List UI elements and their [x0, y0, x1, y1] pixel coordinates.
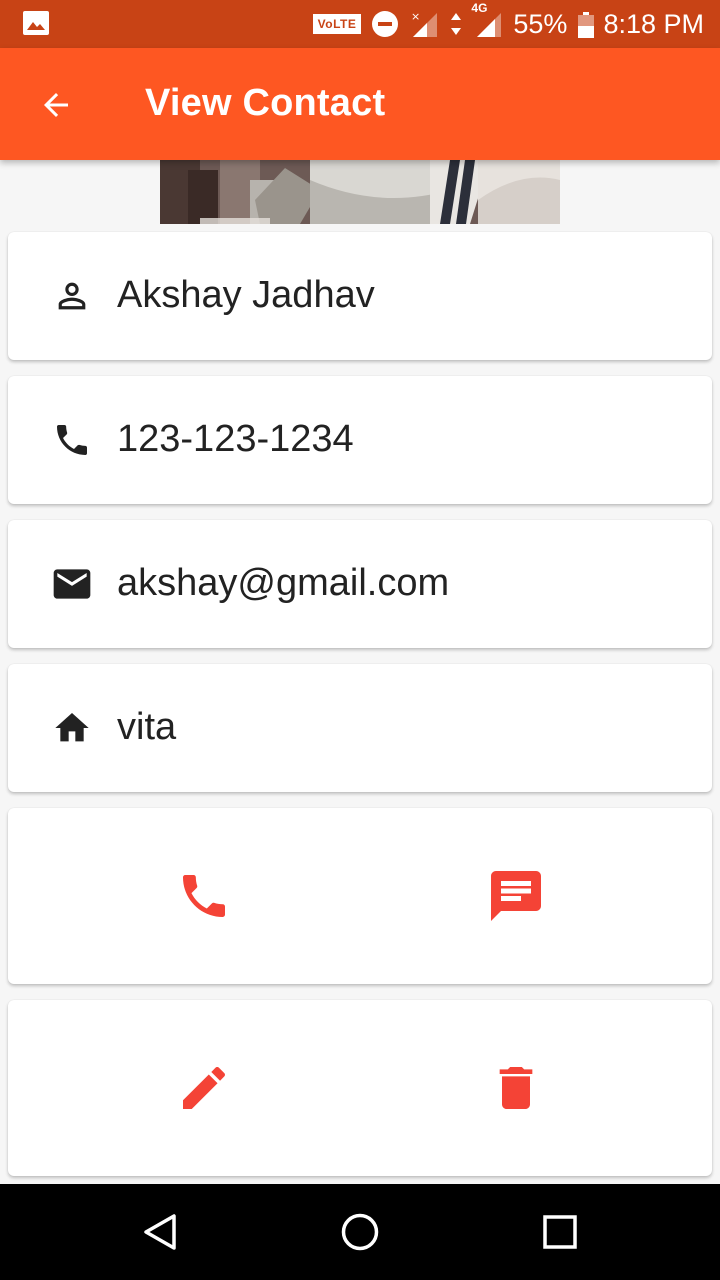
- nav-back-button[interactable]: [130, 1202, 190, 1262]
- arrow-back-icon: [44, 93, 68, 117]
- home-icon: [50, 708, 94, 748]
- nav-recents-icon: [543, 1215, 577, 1249]
- network-signal-icon: 4G: [471, 1, 503, 39]
- nav-recents-button[interactable]: [530, 1202, 590, 1262]
- phone-icon: [50, 420, 94, 460]
- delete-trash-icon: [499, 1067, 533, 1109]
- delete-button[interactable]: [340, 1000, 692, 1176]
- email-icon: [50, 564, 94, 604]
- nav-home-icon: [341, 1213, 379, 1251]
- app-screen: VoLTE × 4G 55% 8:18 PM View Contact Aksh…: [0, 0, 720, 1280]
- svg-text:×: ×: [411, 10, 420, 23]
- data-arrows-icon: [449, 9, 463, 39]
- contact-email: akshay@gmail.com: [117, 562, 450, 604]
- edit-button[interactable]: [28, 1000, 380, 1176]
- volte-icon: VoLTE: [312, 14, 362, 34]
- nav-home-button[interactable]: [330, 1202, 390, 1262]
- communication-actions-card: [8, 808, 712, 984]
- do-not-disturb-icon: [371, 10, 399, 38]
- contact-phone-card[interactable]: 123-123-1234: [8, 376, 712, 504]
- page-title: View Contact: [145, 82, 386, 124]
- back-button[interactable]: [26, 78, 86, 132]
- message-button[interactable]: [340, 808, 692, 984]
- contact-address-card: vita: [8, 664, 712, 792]
- contact-name: Akshay Jadhav: [117, 274, 375, 316]
- contact-address: vita: [117, 706, 177, 748]
- clock: 8:18 PM: [603, 8, 704, 39]
- system-navigation-bar: [0, 1184, 720, 1280]
- battery-percent: 55%: [513, 8, 568, 39]
- network-type-label: 4G: [471, 1, 488, 15]
- edit-pencil-icon: [183, 1066, 226, 1109]
- contact-photo: [160, 160, 560, 224]
- image-notification-icon: [22, 10, 50, 41]
- status-bar: VoLTE × 4G 55% 8:18 PM: [0, 0, 720, 48]
- phone-icon: [183, 875, 225, 917]
- message-icon: [491, 871, 541, 921]
- contact-name-card: Akshay Jadhav: [8, 232, 712, 360]
- contact-email-card[interactable]: akshay@gmail.com: [8, 520, 712, 648]
- manage-actions-card: [8, 1000, 712, 1176]
- battery-icon: [577, 11, 595, 38]
- nav-back-icon: [144, 1214, 176, 1250]
- signal-icon: ×: [409, 9, 439, 39]
- call-button[interactable]: [28, 808, 380, 984]
- app-bar: View Contact: [0, 48, 720, 160]
- contact-phone: 123-123-1234: [117, 418, 354, 460]
- person-icon: [50, 276, 94, 316]
